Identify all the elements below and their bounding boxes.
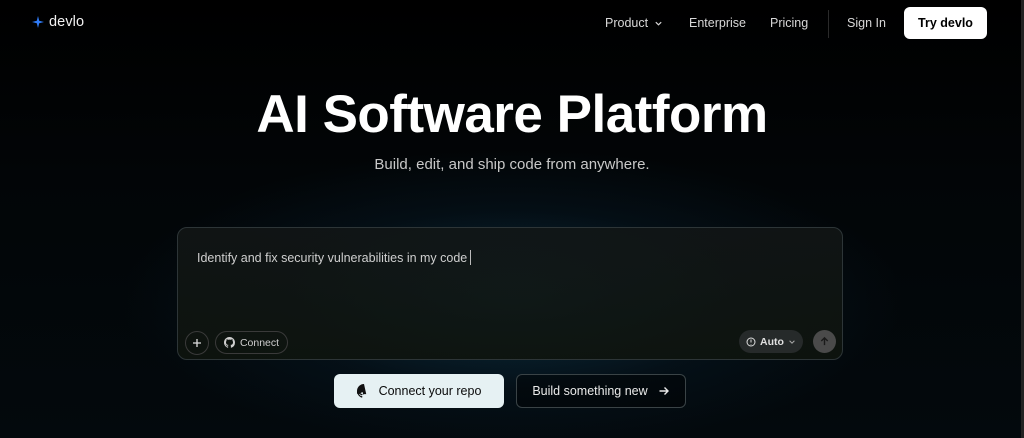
nav-product[interactable]: Product <box>605 16 663 30</box>
sign-in-label: Sign In <box>847 16 886 30</box>
text-caret <box>470 250 472 265</box>
mode-icon <box>746 337 756 346</box>
top-nav: devlo Product Enterprise Pricing Sign In… <box>0 0 1024 46</box>
connect-repo-label: Connect your repo <box>378 384 482 398</box>
build-new-button[interactable]: Build something new <box>516 374 686 408</box>
prompt-input[interactable]: Identify and fix security vulnerabilitie… <box>177 227 843 360</box>
sign-in-link[interactable]: Sign In <box>847 16 886 30</box>
nav-product-label: Product <box>605 16 649 30</box>
nav-pricing[interactable]: Pricing <box>770 16 808 30</box>
brand-name: devlo <box>49 14 85 30</box>
sparkle-icon <box>32 16 44 28</box>
plus-icon <box>193 339 201 347</box>
connect-repo-button[interactable]: Connect your repo <box>334 374 504 408</box>
page-title: AI Software Platform <box>256 85 768 144</box>
model-mode-select[interactable]: Auto <box>739 330 803 353</box>
connect-github-button[interactable]: Connect <box>215 331 288 354</box>
prompt-value: Identify and fix security vulnerabilitie… <box>197 250 468 265</box>
github-icon <box>356 384 366 398</box>
prompt-text-area[interactable]: Identify and fix security vulnerabilitie… <box>197 250 472 265</box>
send-button[interactable] <box>813 330 836 353</box>
nav-divider <box>828 10 829 38</box>
nav-enterprise-label: Enterprise <box>689 16 746 30</box>
chevron-down-icon <box>655 21 662 26</box>
connect-label: Connect <box>239 336 280 349</box>
background-glow <box>0 0 1024 438</box>
add-attachment-button[interactable] <box>185 331 209 355</box>
brand-logo[interactable]: devlo <box>32 14 84 30</box>
try-devlo-button[interactable]: Try devlo <box>904 7 987 39</box>
nav-pricing-label: Pricing <box>770 16 809 30</box>
nav-enterprise[interactable]: Enterprise <box>689 16 746 30</box>
chevron-down-icon <box>789 339 795 344</box>
arrow-right-icon <box>659 387 669 395</box>
mode-label: Auto <box>760 335 784 348</box>
page-subtitle: Build, edit, and ship code from anywhere… <box>374 156 650 173</box>
arrow-up-icon <box>820 336 829 346</box>
build-new-label: Build something new <box>532 384 648 398</box>
github-icon <box>223 337 235 348</box>
